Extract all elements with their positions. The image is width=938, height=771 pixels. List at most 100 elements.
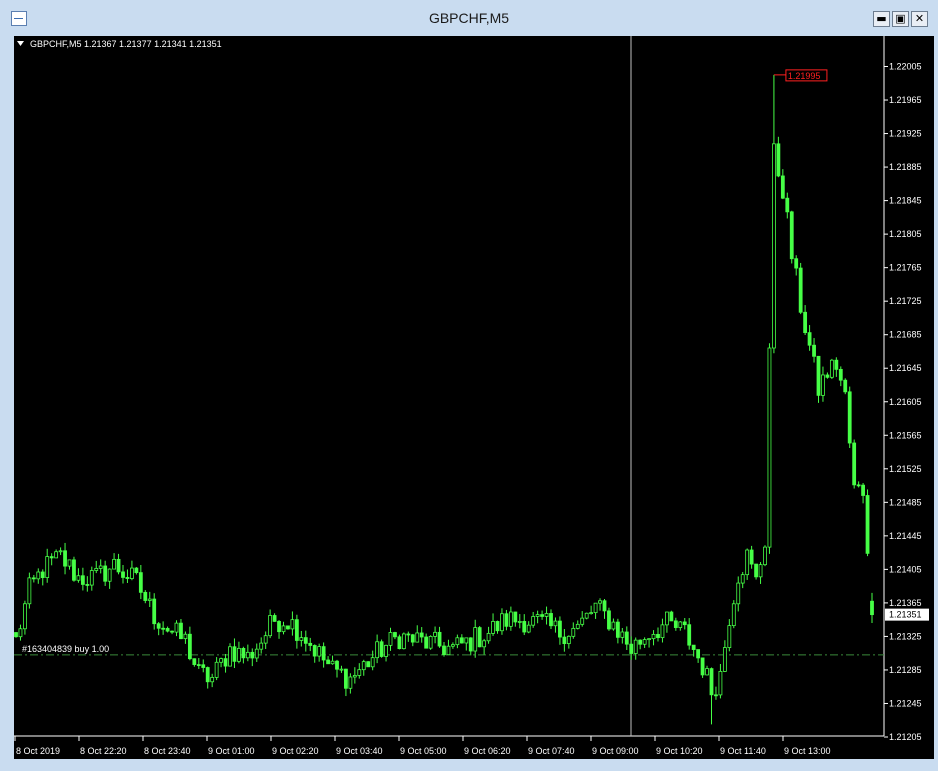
candle-body: [531, 616, 536, 626]
time-tick-label: 8 Oct 22:20: [80, 746, 127, 756]
candle-body: [638, 639, 643, 645]
candle-body: [629, 643, 634, 654]
candle-body: [575, 623, 580, 629]
time-tick-label: 9 Oct 02:20: [272, 746, 319, 756]
close-button[interactable]: ✕: [911, 11, 928, 27]
candle-body: [508, 611, 513, 627]
candle-body: [687, 624, 692, 646]
time-tick-label: 9 Oct 10:20: [656, 746, 703, 756]
candle-body: [477, 627, 482, 648]
candle-body: [179, 622, 183, 640]
candle-body: [834, 359, 839, 370]
price-tick-label: 1.21485: [889, 497, 922, 507]
candles: [14, 74, 874, 725]
candle-body: [615, 621, 620, 638]
candle-body: [812, 344, 816, 357]
candle-body: [870, 600, 874, 616]
title-bar[interactable]: GBPCHF,M5 ▬ ▣ ✕: [0, 0, 938, 36]
candle-body: [731, 603, 736, 627]
candle-body: [31, 577, 36, 580]
candle-body: [165, 628, 170, 632]
maximize-button[interactable]: ▣: [892, 11, 909, 27]
candle-body: [656, 633, 660, 639]
candle-body: [611, 621, 616, 630]
candle-body: [36, 571, 41, 580]
candle-body: [428, 635, 433, 649]
price-tick-label: 1.21685: [889, 330, 922, 340]
candle-body: [330, 660, 335, 665]
candle-body: [379, 641, 384, 657]
candle-body: [861, 484, 865, 496]
candle-body: [45, 556, 50, 579]
candle-body: [459, 637, 464, 644]
candle-body: [138, 572, 143, 593]
price-tick-label: 1.21525: [889, 464, 922, 474]
candle-body: [121, 571, 125, 578]
price-tick-label: 1.21725: [889, 296, 922, 306]
candle-body: [237, 647, 241, 662]
candle-body: [406, 633, 411, 636]
candle-body: [700, 657, 705, 676]
price-tick-label: 1.21925: [889, 129, 922, 139]
candle-body: [72, 559, 76, 581]
candle-body: [187, 633, 192, 660]
candle-body: [286, 625, 290, 630]
candle-body: [263, 635, 268, 644]
candle-body: [254, 648, 259, 659]
candle-body: [272, 615, 277, 622]
candle-body: [183, 633, 188, 640]
price-tick-label: 1.21645: [889, 363, 922, 373]
candle-body: [161, 627, 166, 630]
candle-body: [40, 571, 45, 579]
candle-body: [156, 623, 161, 629]
candle-body: [642, 639, 647, 645]
candle-body: [495, 621, 500, 632]
chart-canvas[interactable]: 1.22005 1.21965 1.21925 1.21885 1.21845 1.218…: [14, 36, 934, 759]
candle-body: [326, 659, 330, 665]
candle-body: [94, 568, 99, 571]
price-tick-label: 1.22005: [889, 62, 922, 72]
candle-body: [174, 622, 179, 633]
candle-body: [299, 637, 304, 641]
candle-body: [758, 564, 763, 578]
price-chart[interactable]: 1.22005 1.21965 1.21925 1.21885 1.21845 1.218…: [14, 36, 934, 759]
candle-body: [673, 620, 678, 628]
candle-body: [549, 613, 553, 627]
candle-body: [678, 621, 683, 628]
candle-body: [468, 637, 473, 652]
candle-body: [745, 549, 750, 576]
candle-body: [451, 644, 455, 647]
candle-body: [143, 591, 148, 601]
time-tick-label: 9 Oct 06:20: [464, 746, 511, 756]
price-tick-label: 1.21245: [889, 698, 922, 708]
chart-dropdown-triangle-icon[interactable]: [17, 41, 24, 46]
candle-body: [219, 658, 223, 663]
candle-body: [500, 613, 504, 632]
candle-body: [214, 661, 219, 678]
candle-body: [633, 639, 638, 654]
candle-body: [375, 641, 380, 659]
candle-body: [152, 598, 157, 625]
candle-body: [348, 676, 353, 689]
candle-body: [669, 611, 674, 622]
candle-body: [473, 627, 478, 652]
minimize-button[interactable]: ▬: [873, 11, 890, 27]
candle-body: [339, 668, 344, 671]
candle-body: [76, 575, 81, 581]
candle-body: [722, 647, 727, 672]
candle-body: [825, 374, 830, 378]
order-label[interactable]: #163404839 buy 1.00: [22, 644, 109, 654]
candle-body: [803, 311, 808, 334]
max-price-label: 1.21995: [788, 71, 821, 81]
time-tick-label: 9 Oct 01:00: [208, 746, 255, 756]
price-tick-label: 1.21565: [889, 430, 922, 440]
candle-body: [705, 668, 709, 676]
candle-body: [232, 646, 237, 662]
candle-body: [335, 660, 339, 670]
time-tick-label: 9 Oct 07:40: [528, 746, 575, 756]
candle-body: [259, 642, 264, 650]
candle-body: [384, 644, 388, 657]
candle-body: [281, 625, 286, 633]
candle-body: [290, 619, 295, 630]
price-tick-label: 1.21765: [889, 263, 922, 273]
